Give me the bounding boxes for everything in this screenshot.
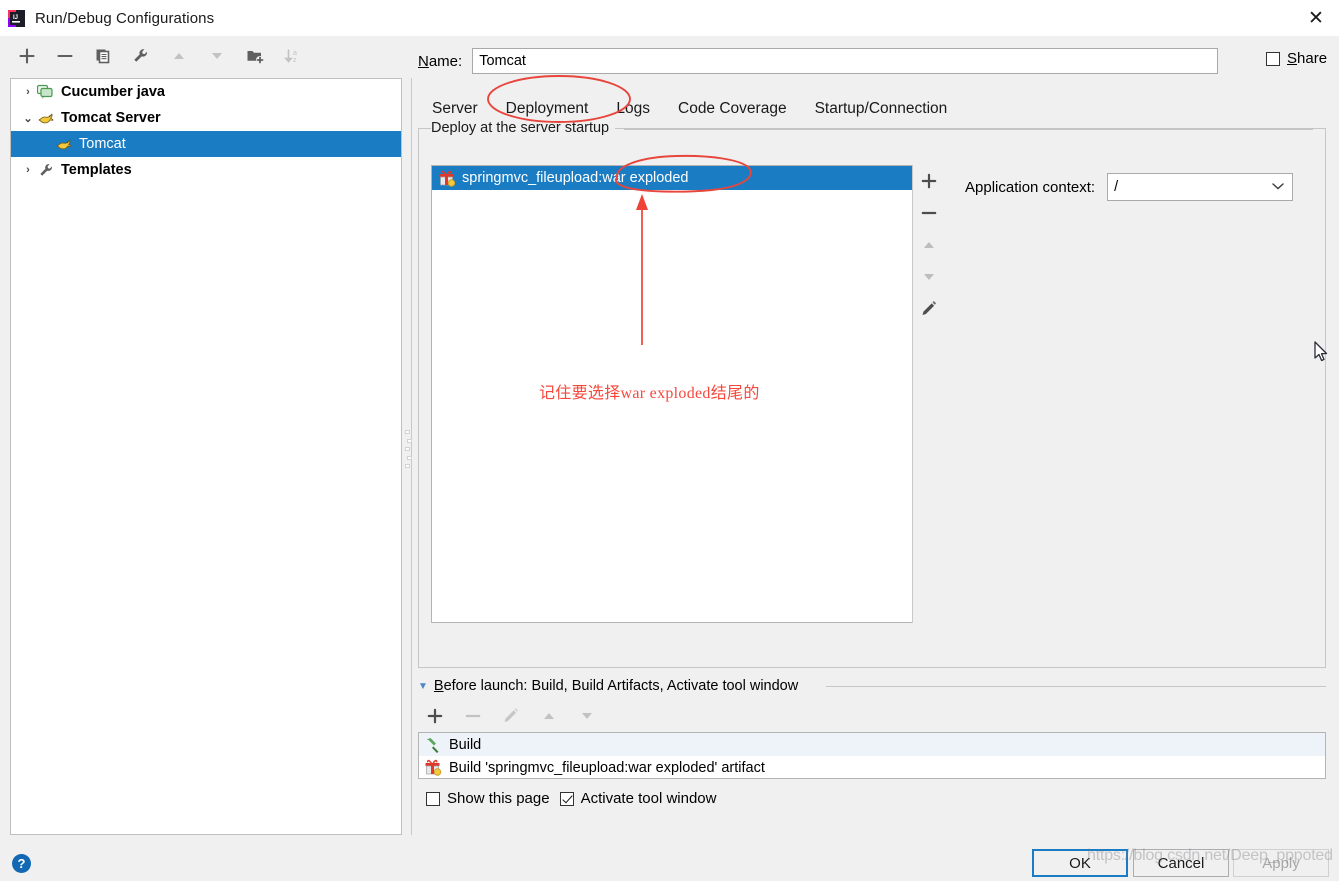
tab-startup-connection[interactable]: Startup/Connection [801,94,962,124]
remove-artifact-button[interactable] [913,197,945,229]
edit-task-button [498,703,524,729]
apply-button: Apply [1233,849,1329,877]
chevron-down-icon[interactable] [1271,179,1285,195]
tomcat-icon [55,136,75,152]
collapse-triangle-icon[interactable]: ▼ [418,681,428,692]
tree-item-templates[interactable]: › Templates [11,157,401,183]
move-artifact-up-button [913,229,945,261]
svg-text:a: a [293,50,297,57]
application-context-label: Application context: [965,178,1096,196]
mouse-cursor [1314,341,1328,362]
artifact-icon [438,170,458,187]
before-launch-options: Show this page Activate tool window [426,790,716,807]
help-button[interactable]: ? [12,854,31,873]
cancel-button[interactable]: Cancel [1133,849,1229,877]
cucumber-icon [37,84,57,100]
add-task-button[interactable] [422,703,448,729]
remove-task-button [460,703,486,729]
list-item-label: Build [449,736,482,753]
tree-item-label: Templates [61,162,132,178]
tree-item-label: Tomcat Server [61,110,161,126]
tree-item-tomcat-server[interactable]: ⌄ Tomcat Server [11,105,401,131]
application-context-value: / [1114,179,1119,195]
move-artifact-down-button [913,261,945,293]
application-context-row: Application context: / [965,173,1294,201]
activate-tool-window-label: Activate tool window [580,790,717,807]
activate-tool-window-checkbox[interactable]: Activate tool window [559,790,717,807]
application-context-select[interactable]: / [1107,173,1294,201]
run-debug-configurations-dialog: IJ Run/Debug Configurations ✕ a z › Cucu… [0,0,1339,881]
task-move-up-button [536,703,562,729]
arrow-down-icon [204,43,230,69]
group-separator [624,129,1313,130]
before-launch-task-list[interactable]: Build Build 'springmvc_fileupload:war ex… [418,732,1326,779]
remove-configuration-button[interactable] [52,43,78,69]
svg-text:z: z [293,57,297,64]
tomcat-icon [37,110,57,126]
name-input[interactable] [472,48,1219,74]
tab-code-coverage[interactable]: Code Coverage [664,94,801,124]
intellij-idea-icon: IJ [8,9,25,27]
task-move-down-button [574,703,600,729]
before-launch-toolbar [422,703,600,729]
before-launch-separator [826,686,1326,687]
arrow-up-icon [166,43,192,69]
folder-add-icon[interactable] [242,43,268,69]
panel-splitter[interactable] [404,78,413,835]
hammer-icon [424,736,444,753]
configurations-tree[interactable]: › Cucumber java ⌄ Tomcat Server Tomcat ›… [10,78,402,835]
chevron-right-icon[interactable]: › [19,164,37,176]
edit-artifact-button[interactable] [913,293,945,325]
ok-button[interactable]: OK [1032,849,1128,877]
wrench-icon [37,162,57,178]
artifact-icon [424,759,444,776]
show-this-page-checkbox[interactable]: Show this page [426,790,550,807]
show-this-page-box[interactable] [426,791,440,806]
svg-text:IJ: IJ [13,15,18,21]
activate-tool-window-box[interactable] [559,791,574,806]
close-icon[interactable]: ✕ [1293,0,1339,36]
deploy-at-startup-label: Deploy at the server startup [431,120,616,136]
window-title: Run/Debug Configurations [35,9,215,27]
tree-item-tomcat[interactable]: Tomcat [11,131,401,157]
add-configuration-button[interactable] [14,43,40,69]
wrench-icon[interactable] [128,43,154,69]
share-label: Share [1287,50,1328,67]
deployment-list-buttons [912,165,944,623]
add-artifact-button[interactable] [913,165,945,197]
list-item-label: springmvc_fileupload:war exploded [462,170,689,186]
sort-az-icon: a z [280,43,306,69]
list-item-label: Build 'springmvc_fileupload:war exploded… [449,759,765,776]
list-item[interactable]: Build [419,733,1325,756]
splitter-grip[interactable] [405,430,413,468]
annotation-note-text: 记住要选择war exploded结尾的 [539,385,760,402]
list-item[interactable]: Build 'springmvc_fileupload:war exploded… [419,756,1325,778]
chevron-right-icon[interactable]: › [19,86,37,98]
tree-item-label: Cucumber java [61,84,165,100]
title-bar: IJ Run/Debug Configurations ✕ [0,0,1339,36]
configurations-toolbar: a z [0,36,405,76]
tree-item-cucumber-java[interactable]: › Cucumber java [11,79,401,105]
before-launch-label: Before launch: Build, Build Artifacts, A… [433,678,799,694]
chevron-down-icon[interactable]: ⌄ [19,112,37,125]
copy-configuration-button[interactable] [90,43,116,69]
share-checkbox[interactable]: Share [1266,50,1327,67]
name-label: Name: [418,52,463,70]
list-item[interactable]: springmvc_fileupload:war exploded [432,166,943,190]
tree-item-label: Tomcat [79,136,126,152]
show-this-page-label: Show this page [447,790,550,807]
before-launch-header[interactable]: ▼ Before launch: Build, Build Artifacts,… [418,678,798,694]
share-checkbox-box[interactable] [1266,51,1280,66]
name-row: Name: [418,48,1219,74]
